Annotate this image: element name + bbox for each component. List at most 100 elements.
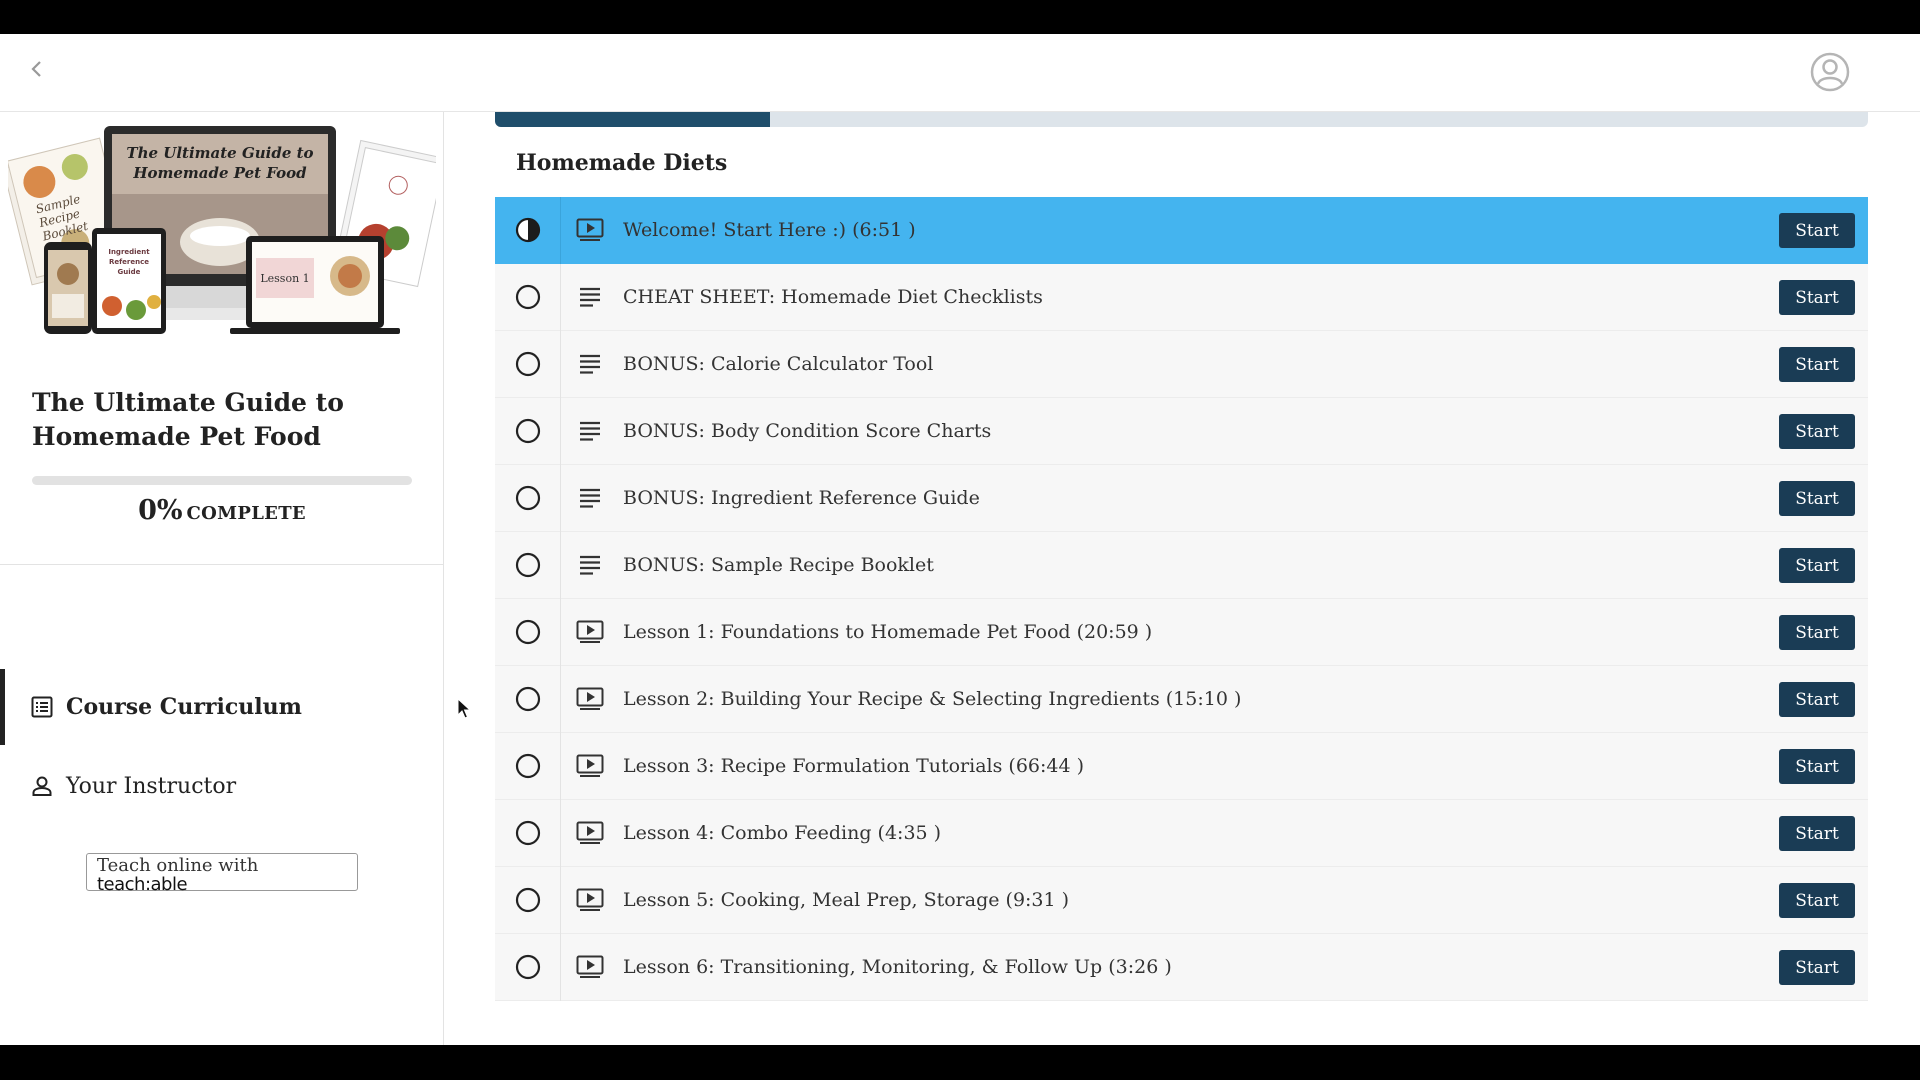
start-button[interactable]: Start — [1779, 749, 1855, 784]
letterbox-top — [0, 0, 1920, 34]
start-button[interactable]: Start — [1779, 481, 1855, 516]
lecture-row[interactable]: Welcome! Start Here :) (6:51 ) Start — [495, 196, 1868, 264]
start-button[interactable]: Start — [1779, 280, 1855, 315]
completion-status[interactable] — [495, 263, 561, 331]
progress-label: COMPLETE — [186, 503, 306, 524]
completion-status[interactable] — [495, 397, 561, 465]
text-lines-icon — [575, 550, 605, 580]
text-lines-icon — [575, 416, 605, 446]
lecture-title: BONUS: Sample Recipe Booklet — [623, 554, 934, 576]
nav-your-instructor-label: Your Instructor — [66, 773, 237, 799]
text-lines-icon — [575, 349, 605, 379]
start-button[interactable]: Start — [1779, 816, 1855, 851]
nav-course-curriculum[interactable]: Course Curriculum — [0, 669, 444, 745]
nav-course-curriculum-label: Course Curriculum — [66, 694, 302, 720]
start-button[interactable]: Start — [1779, 615, 1855, 650]
start-button[interactable]: Start — [1779, 548, 1855, 583]
completion-status[interactable] — [495, 330, 561, 398]
start-button[interactable]: Start — [1779, 950, 1855, 985]
course-progress-bar — [32, 476, 412, 485]
lecture-row[interactable]: BONUS: Sample Recipe Booklet Start — [495, 531, 1868, 599]
video-icon — [575, 952, 605, 982]
text-lines-icon — [575, 282, 605, 312]
video-icon — [575, 751, 605, 781]
course-cover-image: Sample Recipe Booklet The Ultimate Guide… — [8, 126, 436, 334]
teachable-logo-text: teach:able — [97, 874, 188, 895]
list-icon — [31, 696, 53, 718]
back-button[interactable] — [22, 54, 52, 84]
tablet-art-text-2: Reference — [109, 258, 149, 266]
circle-icon — [515, 954, 541, 980]
lecture-row[interactable]: Lesson 3: Recipe Formulation Tutorials (… — [495, 732, 1868, 800]
start-button[interactable]: Start — [1779, 682, 1855, 717]
lecture-title: BONUS: Ingredient Reference Guide — [623, 487, 980, 509]
user-avatar-icon — [1810, 52, 1850, 92]
completion-status[interactable] — [495, 464, 561, 532]
lecture-row[interactable]: BONUS: Calorie Calculator Tool Start — [495, 330, 1868, 398]
lecture-title: CHEAT SHEET: Homemade Diet Checklists — [623, 286, 1043, 308]
start-button[interactable]: Start — [1779, 213, 1855, 248]
tablet-art-text-1: Ingredient — [108, 248, 150, 256]
circle-icon — [515, 351, 541, 377]
teachable-badge-link[interactable]: Teach online with teach:able — [86, 853, 358, 895]
completion-status[interactable] — [495, 531, 561, 599]
lecture-row[interactable]: Lesson 6: Transitioning, Monitoring, & F… — [495, 933, 1868, 1001]
laptop-art-text: Lesson 1 — [260, 272, 309, 285]
start-button[interactable]: Start — [1779, 883, 1855, 918]
completion-status[interactable] — [495, 598, 561, 666]
course-title: The Ultimate Guide to Homemade Pet Food — [32, 388, 344, 451]
monitor-art-title-2: Homemade Pet Food — [132, 164, 307, 182]
completion-status[interactable] — [495, 933, 561, 1001]
circle-icon — [515, 485, 541, 511]
half-circle-icon — [515, 217, 541, 243]
completion-status[interactable] — [495, 196, 561, 264]
lecture-title: Lesson 2: Building Your Recipe & Selecti… — [623, 688, 1242, 710]
teachable-badge-line1: Teach online with — [97, 855, 259, 876]
nav-your-instructor[interactable]: Your Instructor — [0, 748, 444, 824]
circle-icon — [515, 418, 541, 444]
lecture-title: Lesson 6: Transitioning, Monitoring, & F… — [623, 956, 1172, 978]
video-icon — [575, 818, 605, 848]
circle-icon — [515, 686, 541, 712]
video-icon — [575, 215, 605, 245]
lecture-progress-strip-fill — [495, 112, 770, 127]
completion-status[interactable] — [495, 866, 561, 934]
completion-status[interactable] — [495, 665, 561, 733]
lecture-title: Lesson 5: Cooking, Meal Prep, Storage (9… — [623, 889, 1070, 911]
completion-status[interactable] — [495, 732, 561, 800]
user-avatar[interactable] — [1810, 52, 1850, 92]
section-title: Homemade Diets — [516, 150, 728, 176]
lecture-row[interactable]: Lesson 2: Building Your Recipe & Selecti… — [495, 665, 1868, 733]
text-lines-icon — [575, 483, 605, 513]
sidebar-divider — [0, 564, 444, 565]
circle-icon — [515, 552, 541, 578]
lecture-title: Lesson 4: Combo Feeding (4:35 ) — [623, 822, 942, 844]
lecture-title: Welcome! Start Here :) (6:51 ) — [623, 219, 916, 241]
lecture-row[interactable]: BONUS: Ingredient Reference Guide Start — [495, 464, 1868, 532]
circle-icon — [515, 284, 541, 310]
video-icon — [575, 684, 605, 714]
circle-icon — [515, 820, 541, 846]
monitor-art-title-1: The Ultimate Guide to — [126, 144, 313, 162]
lecture-title: Lesson 3: Recipe Formulation Tutorials (… — [623, 755, 1085, 777]
start-button[interactable]: Start — [1779, 347, 1855, 382]
circle-icon — [515, 619, 541, 645]
lecture-row[interactable]: Lesson 1: Foundations to Homemade Pet Fo… — [495, 598, 1868, 666]
completion-status[interactable] — [495, 799, 561, 867]
lecture-row[interactable]: Lesson 4: Combo Feeding (4:35 ) Start — [495, 799, 1868, 867]
lecture-row[interactable]: BONUS: Body Condition Score Charts Start — [495, 397, 1868, 465]
mouse-cursor-icon — [457, 698, 472, 719]
circle-icon — [515, 753, 541, 779]
video-icon — [575, 885, 605, 915]
lecture-progress-strip — [495, 112, 1868, 127]
lecture-row[interactable]: Lesson 5: Cooking, Meal Prep, Storage (9… — [495, 866, 1868, 934]
video-icon — [575, 617, 605, 647]
lecture-title: Lesson 1: Foundations to Homemade Pet Fo… — [623, 621, 1153, 643]
progress-percent: 0% — [138, 495, 183, 526]
start-button[interactable]: Start — [1779, 414, 1855, 449]
lecture-title: BONUS: Body Condition Score Charts — [623, 420, 992, 442]
lecture-row[interactable]: CHEAT SHEET: Homemade Diet Checklists Sta… — [495, 263, 1868, 331]
tablet-art-text-3: Guide — [118, 268, 141, 276]
person-icon — [32, 776, 52, 796]
top-bar — [0, 34, 1920, 112]
